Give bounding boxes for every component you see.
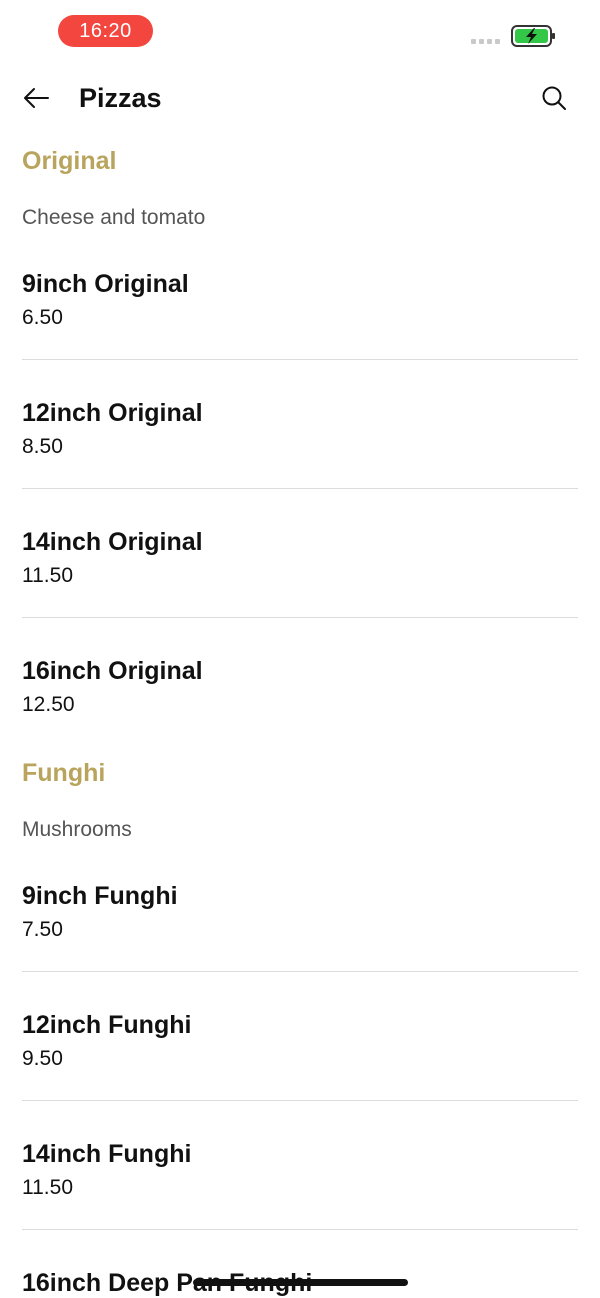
menu-item[interactable]: 12inch Original 8.50 [22,398,578,460]
item-name: 14inch Funghi [22,1140,192,1168]
signal-icon [471,39,500,44]
divider [22,1229,578,1230]
item-name: 9inch Original [22,270,189,298]
item-price: 11.50 [22,564,73,587]
menu-item[interactable]: 9inch Funghi 7.50 [22,881,578,943]
search-button[interactable] [536,80,572,116]
item-price: 11.50 [22,1176,73,1199]
battery-charging-icon [511,24,557,48]
back-button[interactable] [16,82,56,114]
status-time[interactable]: 16:20 [58,15,153,47]
menu-item[interactable]: 12inch Funghi 9.50 [22,1010,578,1072]
item-price: 12.50 [22,693,75,716]
status-bar: 16:20 [0,0,600,62]
search-icon [542,86,566,110]
menu-section-original: Original Cheese and tomato 9inch Origina… [22,146,578,718]
section-title: Funghi [22,759,106,787]
menu-item[interactable]: 14inch Original 11.50 [22,527,578,589]
item-name: 9inch Funghi [22,882,178,910]
item-price: 7.50 [22,918,63,941]
app-header: Pizzas [0,62,600,134]
divider [22,617,578,618]
item-name: 12inch Funghi [22,1011,192,1039]
section-title: Original [22,147,117,175]
divider [22,1100,578,1101]
menu-item[interactable]: 16inch Original 12.50 [22,656,578,718]
item-price: 8.50 [22,435,63,458]
divider [22,359,578,360]
home-indicator[interactable] [193,1279,408,1286]
menu-section-funghi: Funghi Mushrooms 9inch Funghi 7.50 12inc… [22,758,578,1298]
arrow-left-icon [24,88,49,108]
item-name: 14inch Original [22,528,203,556]
menu-list: Original Cheese and tomato 9inch Origina… [22,134,578,1298]
item-price: 6.50 [22,306,63,329]
page-title: Pizzas [79,83,162,113]
menu-item[interactable]: 14inch Funghi 11.50 [22,1139,578,1201]
section-description: Mushrooms [22,818,132,841]
item-name: 16inch Original [22,657,203,685]
menu-item[interactable]: 9inch Original 6.50 [22,269,578,331]
divider [22,488,578,489]
divider [22,971,578,972]
item-name: 12inch Original [22,399,203,427]
section-description: Cheese and tomato [22,206,206,229]
item-price: 9.50 [22,1047,63,1070]
